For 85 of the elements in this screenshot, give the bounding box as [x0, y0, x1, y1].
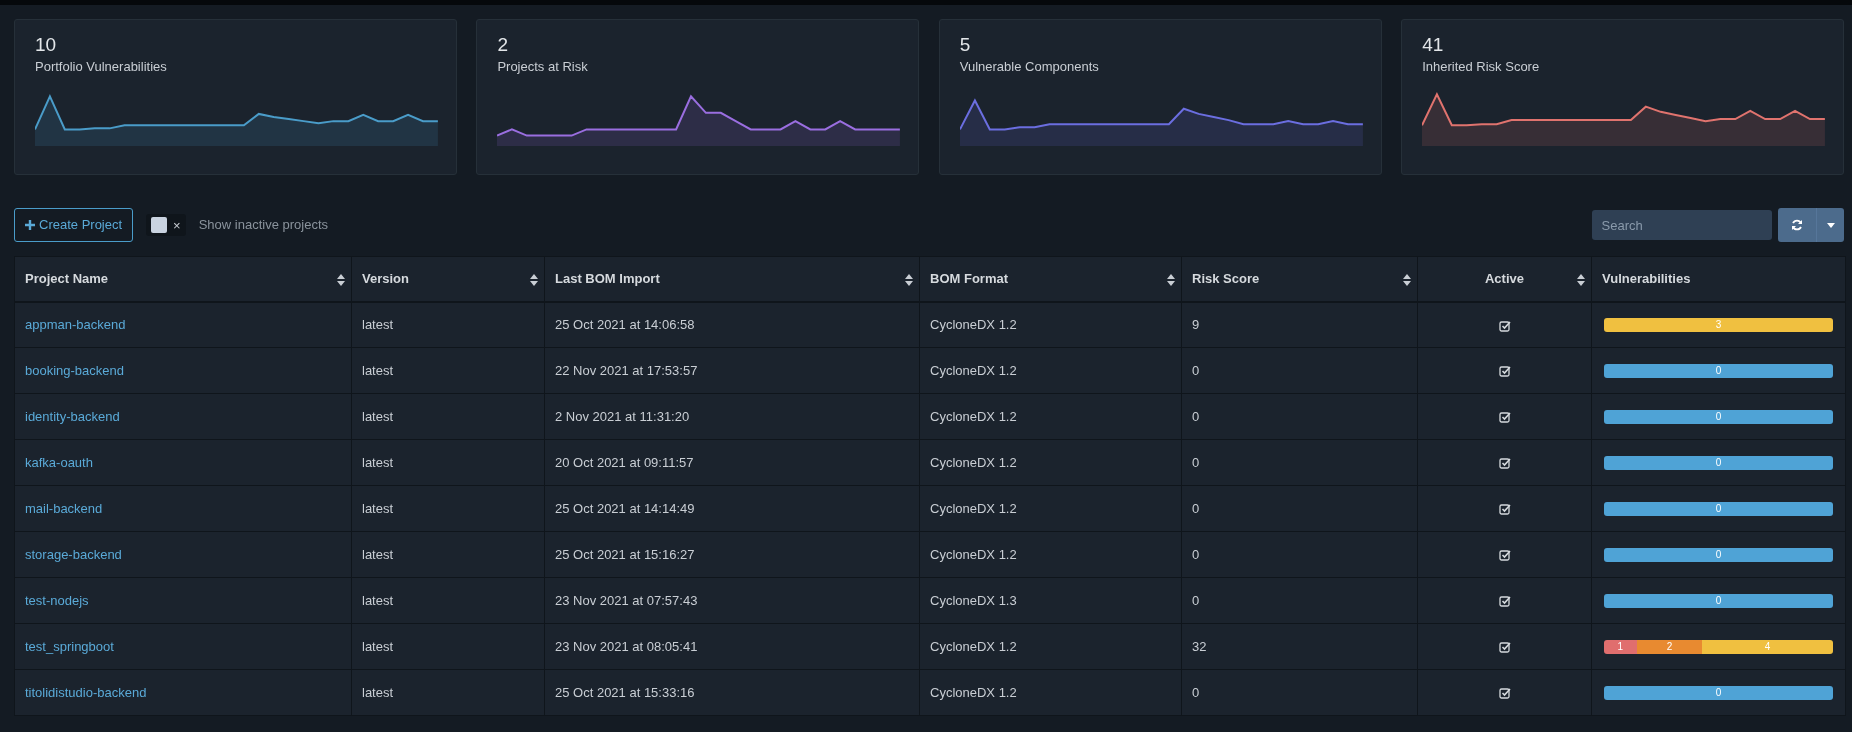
- version-text: latest: [362, 317, 394, 332]
- project-link[interactable]: test-nodejs: [25, 592, 89, 608]
- vulnerability-count: 0: [1604, 685, 1833, 700]
- project-link[interactable]: mail-backend: [25, 500, 103, 516]
- column-header[interactable]: BOM Format: [919, 256, 1182, 302]
- sort-icon[interactable]: [337, 274, 345, 286]
- version-text: latest: [362, 408, 394, 424]
- version-text: latest: [362, 362, 394, 378]
- import-date: 25 Oct 2021 at 15:16:27: [555, 546, 695, 562]
- bom-format: CycloneDX 1.3: [930, 592, 1017, 608]
- column-header[interactable]: Version: [351, 256, 545, 302]
- risk-score: 0: [1192, 408, 1200, 424]
- vulnerability-count: 3: [1604, 317, 1833, 332]
- version-text: latest: [362, 500, 394, 516]
- column-header[interactable]: Active: [1417, 256, 1592, 302]
- metric-value: 2: [497, 34, 509, 57]
- bom-format: CycloneDX 1.2: [930, 454, 1017, 470]
- caret-icon: [1826, 222, 1835, 228]
- import-date: 25 Oct 2021 at 14:06:58: [555, 317, 695, 332]
- import-date: 25 Oct 2021 at 14:14:49: [555, 500, 695, 516]
- risk-score: 32: [1192, 638, 1207, 654]
- import-date: 25 Oct 2021 at 15:33:16: [555, 684, 695, 700]
- version-text: latest: [362, 684, 394, 700]
- metric-value: 10: [35, 34, 58, 57]
- vulnerability-count: 4: [1702, 639, 1833, 654]
- sort-icon[interactable]: [1167, 274, 1175, 286]
- import-date: 23 Nov 2021 at 08:05:41: [555, 638, 698, 654]
- version-text: latest: [362, 592, 394, 608]
- metric-label: Projects at Risk: [497, 57, 589, 76]
- search-field[interactable]: Search: [1591, 210, 1772, 240]
- version-text: latest: [362, 638, 394, 654]
- project-link[interactable]: appman-backend: [25, 317, 126, 332]
- refresh-icon: [1791, 219, 1803, 231]
- sort-icon[interactable]: [1577, 274, 1585, 286]
- risk-score: 0: [1192, 684, 1200, 700]
- vulnerability-count: 1: [1604, 639, 1637, 654]
- dropdown-button[interactable]: [1816, 208, 1844, 242]
- vulnerability-count: 0: [1604, 547, 1833, 562]
- vulnerability-count: 0: [1604, 593, 1833, 608]
- version-text: latest: [362, 546, 394, 562]
- refresh-button[interactable]: [1778, 208, 1816, 242]
- import-date: 2 Nov 2021 at 11:31:20: [555, 408, 690, 424]
- column-header[interactable]: Risk Score: [1181, 256, 1418, 302]
- version-text: latest: [362, 454, 394, 470]
- project-link[interactable]: identity-backend: [25, 408, 120, 424]
- import-date: 22 Nov 2021 at 17:53:57: [555, 362, 698, 378]
- metric-value: 41: [1422, 34, 1445, 57]
- bom-format: CycloneDX 1.2: [930, 500, 1017, 516]
- column-header[interactable]: Last BOM Import: [544, 256, 920, 302]
- sort-icon[interactable]: [905, 274, 913, 286]
- bom-format: CycloneDX 1.2: [930, 408, 1017, 424]
- column-header[interactable]: Project Name: [14, 256, 352, 302]
- project-link[interactable]: test_springboot: [25, 638, 114, 654]
- risk-score: 0: [1192, 592, 1200, 608]
- bom-format: CycloneDX 1.2: [930, 684, 1017, 700]
- metric-label: Inherited Risk Score: [1422, 57, 1541, 76]
- project-link[interactable]: titolidistudio-backend: [25, 684, 147, 700]
- toggle-label: Show inactive projects: [198, 216, 329, 235]
- metric-value: 5: [959, 34, 972, 57]
- vulnerability-count: 0: [1604, 455, 1833, 470]
- vulnerability-count: 2: [1636, 639, 1703, 654]
- bom-format: CycloneDX 1.2: [930, 638, 1017, 654]
- sort-icon[interactable]: [1403, 274, 1411, 286]
- plus-icon: [25, 220, 35, 231]
- create-project-button[interactable]: Create Project: [14, 208, 134, 242]
- bom-format: CycloneDX 1.2: [930, 546, 1017, 562]
- risk-score: 0: [1192, 500, 1200, 516]
- column-header[interactable]: Vulnerabilities: [1591, 256, 1846, 302]
- risk-score: 0: [1192, 454, 1200, 470]
- import-date: 23 Nov 2021 at 07:57:43: [555, 592, 698, 608]
- project-link[interactable]: storage-backend: [25, 546, 122, 562]
- bom-format: CycloneDX 1.2: [930, 362, 1017, 378]
- risk-score: 0: [1192, 546, 1200, 562]
- project-link[interactable]: kafka-oauth: [25, 454, 93, 470]
- risk-score: 0: [1192, 362, 1200, 378]
- risk-score: 9: [1192, 317, 1200, 332]
- vulnerability-count: 0: [1604, 363, 1833, 378]
- import-date: 20 Oct 2021 at 09:11:57: [555, 454, 694, 470]
- metric-label: Portfolio Vulnerabilities: [35, 57, 168, 76]
- metric-label: Vulnerable Components: [959, 57, 1100, 76]
- vulnerability-count: 0: [1604, 409, 1833, 424]
- vulnerability-count: 0: [1604, 501, 1833, 516]
- bom-format: CycloneDX 1.2: [930, 317, 1017, 332]
- sort-icon[interactable]: [530, 274, 538, 286]
- project-link[interactable]: booking-backend: [25, 362, 125, 378]
